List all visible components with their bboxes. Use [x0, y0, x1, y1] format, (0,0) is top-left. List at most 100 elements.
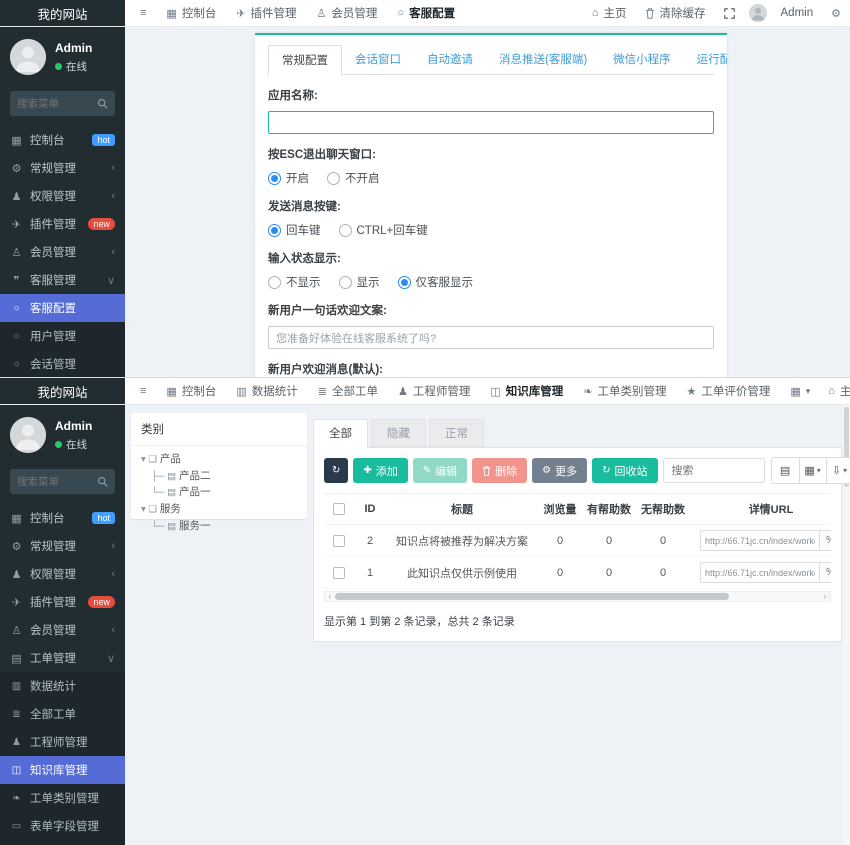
- radio-typing-show[interactable]: 显示: [339, 274, 380, 290]
- sidebar-item-kefu[interactable]: ❞客服管理∨: [0, 266, 125, 294]
- select-all-checkbox[interactable]: [333, 503, 345, 515]
- sidebar-item-console[interactable]: ▦控制台hot: [0, 126, 125, 154]
- topnav-data-stats[interactable]: ▥数据统计: [227, 378, 306, 404]
- tab-wechat-miniprogram[interactable]: 微信小程序: [600, 45, 684, 75]
- sidebar-item-auth[interactable]: ♟权限管理‹: [0, 182, 125, 210]
- sidebar-item-user-mgmt[interactable]: ○用户管理: [0, 322, 125, 350]
- tab-message-push[interactable]: 消息推送(客服端): [486, 45, 600, 75]
- link-icon[interactable]: %: [820, 562, 831, 583]
- sidebar-item-console[interactable]: ▦控制台hot: [0, 504, 125, 532]
- home-link[interactable]: ⌂主页: [583, 5, 636, 21]
- sidebar-item-general[interactable]: ⚙常规管理‹: [0, 532, 125, 560]
- radio-esc-off[interactable]: 不开启: [327, 170, 380, 186]
- greeting-line-input[interactable]: [268, 326, 714, 349]
- detail-url-input[interactable]: [700, 530, 820, 551]
- add-button[interactable]: ✚添加: [353, 458, 407, 483]
- sidebar-item-workorders[interactable]: ▤工单管理∨: [0, 644, 125, 672]
- export-button[interactable]: ⇩▾: [826, 458, 850, 483]
- fullscreen-button[interactable]: [715, 8, 744, 19]
- sidebar-item-members[interactable]: ♙会员管理‹: [0, 616, 125, 644]
- tab-run-config[interactable]: 运行配置: [684, 45, 727, 75]
- tab-auto-invite[interactable]: 自动邀请: [414, 45, 486, 75]
- sidebar-item-urgency[interactable]: ◎紧急程度管理: [0, 840, 125, 845]
- sidebar-item-knowledge-base[interactable]: ◫知识库管理: [0, 756, 125, 784]
- table-row[interactable]: 1 此知识点仅供示例使用 0 0 0 % 正常 2020-10-05 13:: [324, 557, 831, 589]
- site-brand[interactable]: 我的网站: [0, 0, 125, 26]
- sidebar-item-auth[interactable]: ♟权限管理‹: [0, 560, 125, 588]
- sidebar-search-input[interactable]: [17, 98, 97, 110]
- scroll-right-arrow[interactable]: ›: [820, 592, 830, 601]
- delete-button[interactable]: 删除: [472, 458, 527, 483]
- sidebar-item-data-stats[interactable]: ▥数据统计: [0, 672, 125, 700]
- col-helpful[interactable]: 有帮助数: [582, 494, 636, 525]
- sidebar-item-members[interactable]: ♙会员管理‹: [0, 238, 125, 266]
- detail-url-input[interactable]: [700, 562, 820, 583]
- tab-all[interactable]: 全部: [313, 419, 368, 448]
- sidebar-item-form-fields[interactable]: ▭表单字段管理: [0, 812, 125, 840]
- topnav-console[interactable]: ▦控制台: [157, 0, 225, 26]
- app-name-input[interactable]: [268, 111, 714, 134]
- tree-node-product1[interactable]: └─ ▤ 产品一: [141, 484, 297, 501]
- avatar[interactable]: [749, 4, 767, 22]
- sidebar-toggle[interactable]: ≡: [131, 0, 155, 26]
- topnav-console[interactable]: ▦控制台: [157, 378, 225, 404]
- row-checkbox[interactable]: [333, 535, 345, 547]
- radio-ctrl-enter-key[interactable]: CTRL+回车键: [339, 222, 428, 238]
- sidebar-item-kefu-config[interactable]: ○客服配置: [0, 294, 125, 322]
- topnav-engineers[interactable]: ♟工程师管理: [389, 378, 479, 404]
- edit-button[interactable]: ✎编辑: [413, 458, 467, 483]
- tab-normal[interactable]: 正常: [429, 419, 484, 447]
- col-title[interactable]: 标题: [386, 494, 538, 525]
- scroll-left-arrow[interactable]: ‹: [325, 592, 335, 601]
- sidebar-item-plugins[interactable]: ✈插件管理new: [0, 210, 125, 238]
- sidebar-item-general[interactable]: ⚙常规管理‹: [0, 154, 125, 182]
- topnav-kefu-config[interactable]: ○客服配置: [388, 0, 464, 26]
- topnav-knowledge-base[interactable]: ◫知识库管理: [481, 378, 572, 404]
- settings-button[interactable]: ⚙: [822, 7, 850, 20]
- sidebar-item-workorder-categories[interactable]: ❧工单类别管理: [0, 784, 125, 812]
- home-link[interactable]: ⌂主页: [819, 383, 850, 399]
- topnav-workorder-reviews[interactable]: ★工单评价管理: [677, 378, 779, 404]
- tree-node-product[interactable]: ▾ ❏ 产品: [141, 451, 297, 468]
- tab-hidden[interactable]: 隐藏: [371, 419, 426, 447]
- clear-cache-link[interactable]: 清除缓存: [636, 5, 715, 21]
- refresh-button[interactable]: ↻: [324, 458, 348, 483]
- nav-overflow-menu[interactable]: ▦▾: [781, 385, 819, 398]
- more-button[interactable]: ⚙更多: [532, 458, 587, 483]
- card-view-button[interactable]: ▤: [772, 458, 799, 483]
- site-brand[interactable]: 我的网站: [0, 378, 125, 404]
- columns-button[interactable]: ▦▾: [799, 458, 826, 483]
- tab-session-window[interactable]: 会话窗口: [342, 45, 414, 75]
- col-unhelpful[interactable]: 无帮助数: [636, 494, 690, 525]
- sidebar-search[interactable]: [10, 469, 115, 494]
- avatar[interactable]: [10, 417, 46, 453]
- col-views[interactable]: 浏览量: [538, 494, 582, 525]
- sidebar-item-session-mgmt[interactable]: ○会话管理: [0, 350, 125, 378]
- col-detail-url[interactable]: 详情URL: [690, 494, 831, 525]
- horizontal-scrollbar[interactable]: ‹ ›: [324, 591, 831, 602]
- radio-esc-on[interactable]: 开启: [268, 170, 309, 186]
- recycle-bin-button[interactable]: ↻回收站: [592, 458, 657, 483]
- scrollbar-thumb[interactable]: [335, 593, 729, 600]
- table-search-input[interactable]: [663, 458, 765, 483]
- sidebar-item-engineers[interactable]: ♟工程师管理: [0, 728, 125, 756]
- avatar[interactable]: [10, 39, 46, 75]
- sidebar-search[interactable]: [10, 91, 115, 116]
- col-id[interactable]: ID: [354, 494, 386, 525]
- sidebar-item-plugins[interactable]: ✈插件管理new: [0, 588, 125, 616]
- sidebar-item-all-workorders[interactable]: ≣全部工单: [0, 700, 125, 728]
- tab-general-config[interactable]: 常规配置: [268, 45, 342, 75]
- user-menu[interactable]: Admin: [772, 7, 823, 19]
- radio-enter-key[interactable]: 回车键: [268, 222, 321, 238]
- topnav-plugins[interactable]: ✈插件管理: [227, 0, 305, 26]
- tree-node-product2[interactable]: ├─ ▤ 产品二: [141, 468, 297, 485]
- link-icon[interactable]: %: [820, 530, 831, 551]
- tree-node-service[interactable]: ▾ ❏ 服务: [141, 501, 297, 518]
- sidebar-toggle[interactable]: ≡: [131, 378, 155, 404]
- topnav-members[interactable]: ♙会员管理: [308, 0, 387, 26]
- radio-typing-hide[interactable]: 不显示: [268, 274, 321, 290]
- topnav-workorder-categories[interactable]: ❧工单类别管理: [574, 378, 675, 404]
- radio-typing-kefu-only[interactable]: 仅客服显示: [398, 274, 474, 290]
- sidebar-search-input[interactable]: [17, 476, 97, 488]
- table-row[interactable]: 2 知识点将被推荐为解决方案 0 0 0 % 正常 2020-10-05 13:: [324, 525, 831, 557]
